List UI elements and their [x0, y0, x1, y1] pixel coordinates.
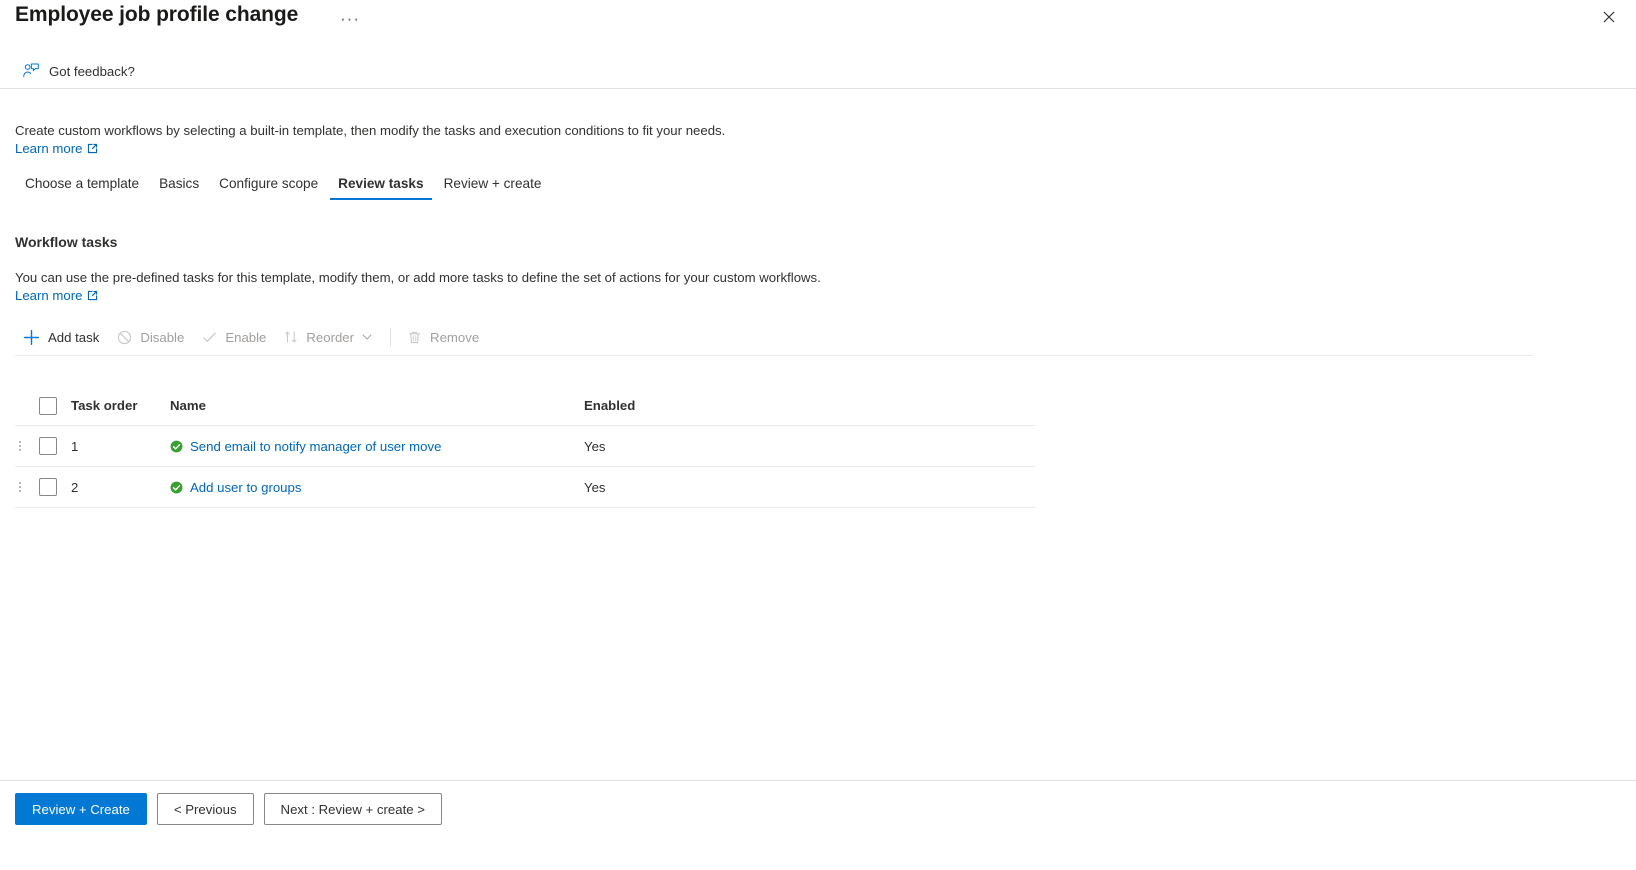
feedback-person-icon	[23, 63, 39, 78]
cell-enabled: Yes	[584, 438, 606, 454]
sort-arrows-icon	[285, 331, 297, 343]
task-name-link[interactable]: Add user to groups	[190, 480, 301, 495]
row-checkbox[interactable]	[39, 437, 57, 455]
disable-button: Disable	[109, 322, 194, 352]
more-options-button[interactable]: ···	[336, 8, 364, 29]
chevron-down-icon	[362, 334, 372, 340]
enable-label: Enable	[225, 329, 267, 345]
section-learn-more-link[interactable]: Learn more	[15, 288, 98, 303]
row-drag-handle-cell	[15, 439, 25, 453]
drag-handle-icon[interactable]	[18, 480, 22, 494]
workflow-tasks-table: Task order Name Enabled 1 Send email to …	[15, 386, 1036, 508]
intro-learn-more-link[interactable]: Learn more	[15, 141, 98, 156]
table-row[interactable]: 1 Send email to notify manager of user m…	[15, 426, 1036, 467]
row-drag-handle-cell	[15, 480, 25, 494]
section-learn-more-label: Learn more	[15, 288, 83, 303]
tab-configure-scope[interactable]: Configure scope	[209, 176, 328, 200]
reorder-button: Reorder	[276, 322, 382, 352]
column-header-name[interactable]: Name	[170, 398, 584, 413]
header-divider	[0, 88, 1636, 89]
tab-basics[interactable]: Basics	[149, 176, 209, 200]
select-all-checkbox[interactable]	[39, 396, 57, 415]
cell-task-name: Add user to groups	[170, 480, 584, 495]
add-task-label: Add task	[48, 329, 100, 345]
tab-review-create[interactable]: Review + create	[434, 176, 552, 200]
disable-label: Disable	[140, 329, 185, 345]
close-button[interactable]	[1596, 5, 1622, 29]
review-create-button[interactable]: Review + Create	[15, 793, 147, 825]
intro-text: Create custom workflows by selecting a b…	[15, 123, 726, 138]
blade-root: Employee job profile change ··· Got feed…	[0, 0, 1636, 870]
feedback-bar: Got feedback?	[0, 58, 1636, 88]
command-bar-divider	[390, 328, 392, 346]
task-name-link[interactable]: Send email to notify manager of user mov…	[190, 439, 441, 454]
got-feedback-button[interactable]: Got feedback?	[22, 58, 135, 84]
trash-icon	[408, 331, 421, 343]
add-task-button[interactable]: Add task	[15, 322, 109, 352]
remove-button: Remove	[399, 322, 489, 352]
column-header-enabled[interactable]: Enabled	[584, 398, 1036, 413]
tasks-command-bar: Add task Disable Enable Reorder Remove	[15, 322, 489, 352]
column-header-task-order[interactable]: Task order	[71, 398, 170, 413]
green-check-circle-icon	[170, 481, 183, 493]
row-checkbox[interactable]	[39, 478, 57, 496]
previous-button[interactable]: < Previous	[156, 793, 254, 825]
next-button[interactable]: Next : Review + create >	[263, 793, 442, 825]
table-row[interactable]: 2 Add user to groups Yes	[15, 467, 1036, 508]
section-title: Workflow tasks	[15, 234, 118, 250]
page-title: Employee job profile change	[15, 3, 299, 26]
footer-divider	[0, 780, 1636, 781]
wizard-footer: Review + Create < Previous Next : Review…	[15, 793, 442, 825]
external-link-icon	[88, 143, 98, 154]
remove-label: Remove	[430, 329, 480, 345]
cell-task-order: 2	[71, 479, 79, 495]
cell-task-order: 1	[71, 438, 79, 454]
got-feedback-label: Got feedback?	[49, 63, 135, 79]
section-description: You can use the pre-defined tasks for th…	[15, 270, 821, 285]
drag-handle-icon[interactable]	[18, 439, 22, 453]
row-select-cell	[25, 478, 71, 496]
external-link-icon	[88, 290, 98, 301]
select-all-cell	[25, 396, 71, 415]
wizard-tabs: Choose a template Basics Configure scope…	[15, 176, 551, 206]
reorder-label: Reorder	[306, 329, 355, 345]
close-icon	[1603, 11, 1615, 23]
tab-review-tasks[interactable]: Review tasks	[328, 176, 433, 200]
row-select-cell	[25, 437, 71, 455]
table-header-row: Task order Name Enabled	[15, 386, 1036, 426]
command-bar-divider-line	[15, 355, 1533, 356]
block-icon	[118, 330, 132, 344]
plus-icon	[23, 329, 40, 345]
green-check-circle-icon	[170, 440, 183, 452]
cell-enabled: Yes	[584, 479, 606, 495]
blade-titlebar: Employee job profile change ···	[0, 0, 1636, 46]
intro-learn-more-label: Learn more	[15, 141, 83, 156]
tab-choose-a-template[interactable]: Choose a template	[15, 176, 149, 200]
enable-button: Enable	[194, 322, 276, 352]
cell-task-name: Send email to notify manager of user mov…	[170, 439, 584, 454]
check-icon	[203, 332, 217, 342]
